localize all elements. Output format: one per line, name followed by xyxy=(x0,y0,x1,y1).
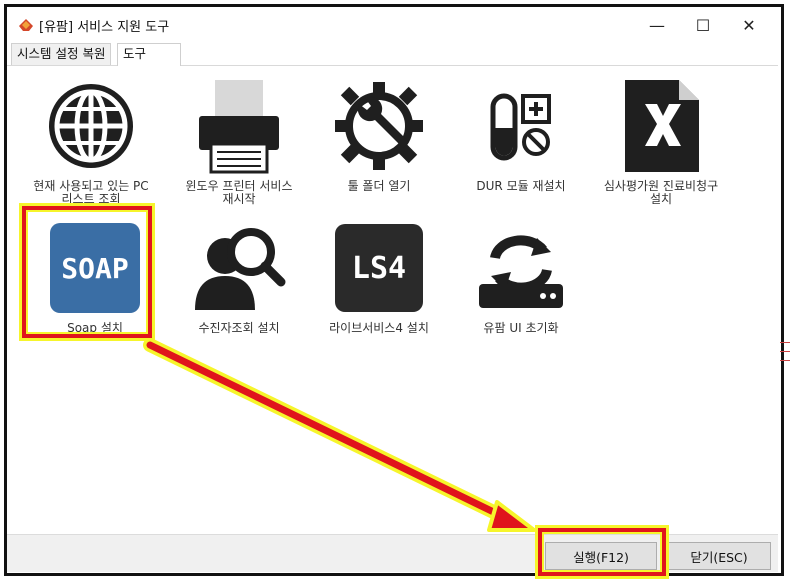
background-edge xyxy=(780,340,790,380)
annotation-arrow xyxy=(143,338,536,532)
